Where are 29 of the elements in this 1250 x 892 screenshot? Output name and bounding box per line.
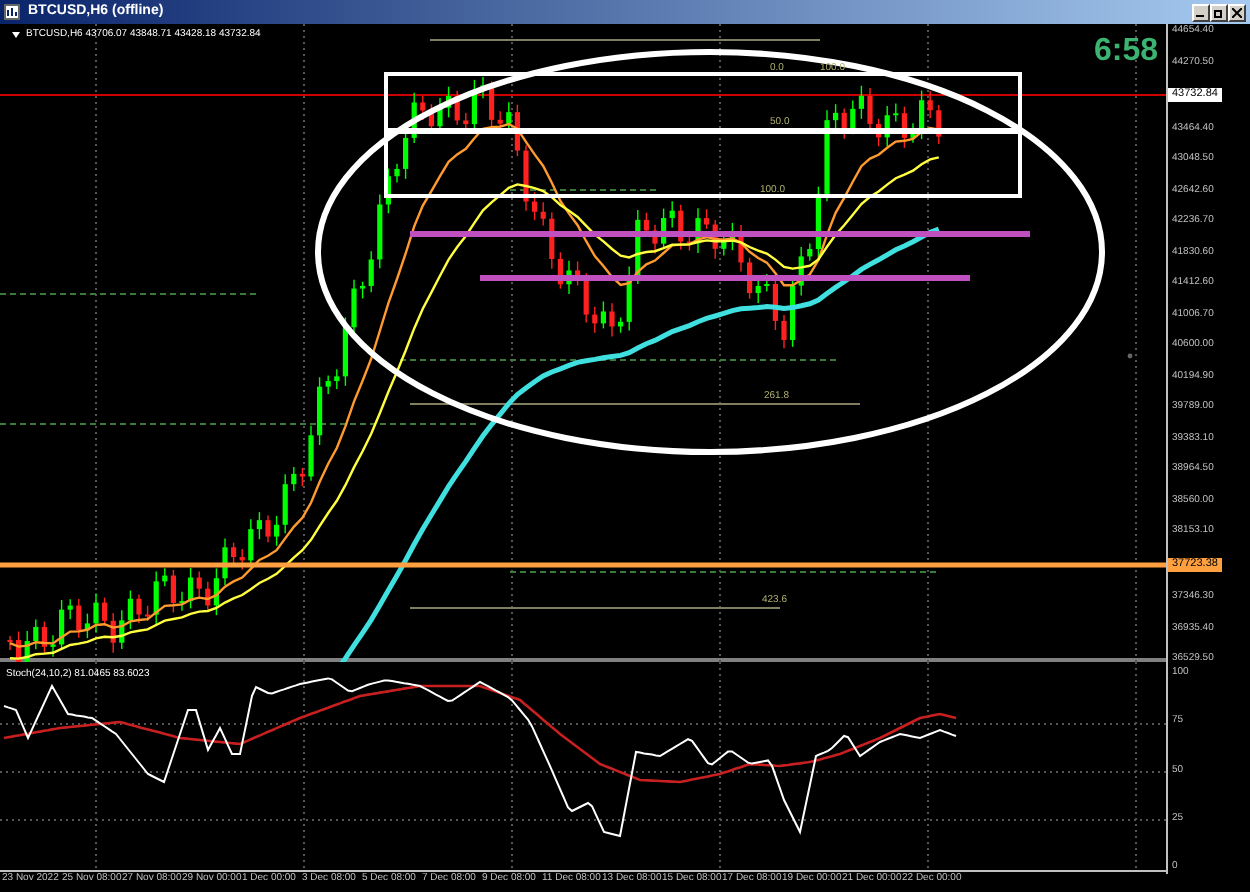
dot-icon [1127, 353, 1133, 359]
candlestick [566, 260, 572, 295]
candlestick [7, 635, 13, 651]
candlestick [308, 425, 314, 482]
timer-text: 6:58 [1093, 36, 1158, 68]
candlestick [738, 224, 744, 273]
candlestick [265, 514, 271, 543]
close-button[interactable] [1228, 3, 1246, 21]
candlestick [652, 224, 658, 255]
candlestick [222, 537, 228, 586]
close-icon [1232, 7, 1242, 17]
chart-window-icon [4, 4, 20, 20]
candlestick [781, 314, 787, 350]
candlestick [136, 593, 142, 624]
candlestick [351, 279, 357, 333]
restore-icon [1214, 7, 1224, 17]
restore-button[interactable] [1210, 3, 1228, 21]
candlestick [480, 76, 486, 99]
minimize-button[interactable] [1192, 3, 1210, 21]
dropdown-icon[interactable] [12, 32, 20, 39]
candlestick [609, 302, 615, 338]
candlestick [824, 109, 830, 202]
candlestick [523, 144, 529, 212]
candlestick [93, 592, 99, 634]
candlestick [50, 634, 56, 658]
candlestick [695, 207, 701, 254]
candlestick [179, 590, 185, 612]
candlestick [394, 163, 400, 184]
candlestick [867, 87, 873, 131]
